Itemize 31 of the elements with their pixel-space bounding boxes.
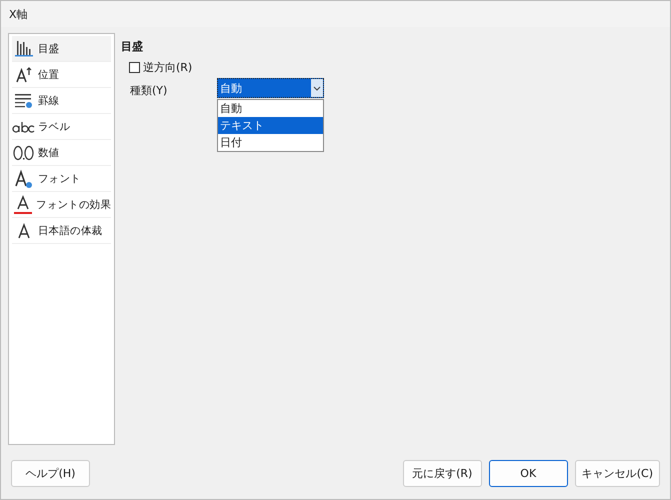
lines-gear-icon [14, 92, 34, 110]
sidebar-item[interactable]: 目盛 [12, 36, 111, 62]
letter-gear-icon [14, 168, 34, 188]
dropdown-option[interactable]: 自動 [218, 100, 323, 117]
sidebar-item[interactable]: 位置 [12, 62, 111, 88]
bar-chart-icon [14, 40, 34, 58]
sidebar-item[interactable]: 罫線 [12, 88, 111, 114]
abc-icon [12, 120, 36, 134]
dialog-button[interactable]: 元に戻す(R) [402, 460, 482, 486]
reverse-checkbox[interactable]: 逆方向(R) [129, 60, 662, 74]
dialog-button[interactable]: OK [488, 460, 568, 486]
help-button[interactable]: ヘルプ(H) [11, 460, 90, 486]
caret-icon [311, 79, 323, 97]
letter-icon [16, 222, 32, 240]
checkbox-square[interactable] [129, 62, 140, 72]
letter-underline-icon [13, 194, 34, 214]
sidebar-item[interactable]: ラベル [12, 114, 111, 140]
type-dropdown[interactable]: 自動 [217, 78, 324, 98]
dropdown-option[interactable]: テキスト [218, 117, 323, 134]
type-label: 種類(Y) [130, 83, 168, 99]
letter-arrow-icon [15, 66, 33, 84]
sidebar-item[interactable]: 日本語の体裁 [12, 218, 111, 244]
dropdown-option[interactable]: 日付 [218, 134, 323, 151]
sidebar-item[interactable]: フォント [12, 166, 111, 192]
dialog-button[interactable]: キャンセル(C) [574, 460, 660, 486]
sidebar-item[interactable]: 数値 [12, 140, 111, 166]
section-heading: 目盛 [121, 39, 144, 54]
decimal-icon [13, 144, 35, 160]
sidebar-item[interactable]: フォントの効果 [12, 192, 111, 218]
dropdown-value: 自動 [220, 80, 242, 96]
window-title: X軸 [9, 6, 28, 22]
